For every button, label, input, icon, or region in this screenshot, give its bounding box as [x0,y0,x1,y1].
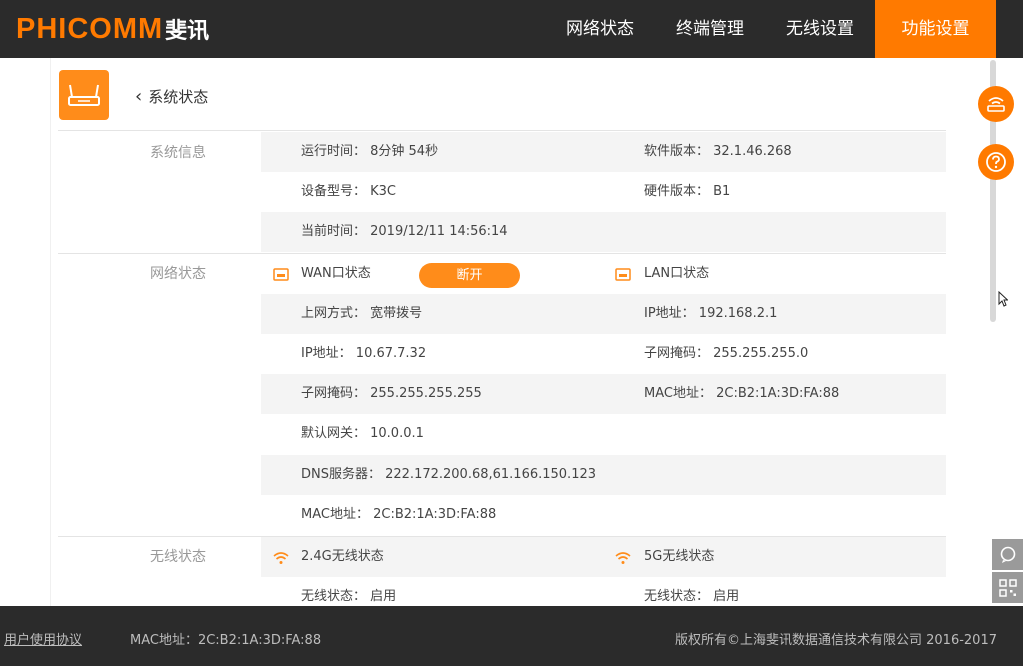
lan-mac-value: MAC地址： 2C:B2:1A:3D:FA:88 [644,386,840,401]
hardware-version-value: 硬件版本： B1 [644,184,731,199]
wifi-icon [615,550,631,564]
section-divider [58,130,946,131]
software-version-value: 软件版本： 32.1.46.268 [644,144,792,159]
footer-mac-address: MAC地址：2C:B2:1A:3D:FA:88 [130,633,322,648]
table-row: 子网掩码： 255.255.255.255 MAC地址： 2C:B2:1A:3D… [261,374,946,414]
uptime-value: 运行时间： 8分钟 54秒 [301,144,439,159]
help-icon[interactable] [978,144,1014,180]
logo-text-en: PHICOMM [16,12,164,45]
section-title-wireless-status: 无线状态 [150,549,206,565]
user-agreement-link[interactable]: 用户使用协议 [4,629,82,648]
table-row: 2.4G无线状态 5G无线状态 [261,537,946,577]
nav-device-management[interactable]: 终端管理 [655,0,765,58]
mouse-cursor-icon [998,291,1008,307]
device-model-value: 设备型号： K3C [301,184,397,199]
phicomm-logo[interactable]: PHICOMM 斐讯 [16,13,209,45]
nav-function-settings[interactable]: 功能设置 [875,0,996,58]
qr-code-icon[interactable] [992,572,1023,603]
wan-port-icon [273,267,289,281]
table-row: WAN口状态 LAN口状态 [261,254,946,294]
lan-ip-value: IP地址： 192.168.2.1 [644,306,778,321]
chevron-left-icon: ‹ [135,86,143,107]
nav-wireless-settings[interactable]: 无线设置 [765,0,875,58]
wifi-24g-status: 无线状态： 启用 [301,589,397,604]
wan-gateway-value: 默认网关： 10.0.0.1 [301,426,424,441]
current-time-value: 当前时间： 2019/12/11 14:56:14 [301,224,508,239]
table-row: MAC地址： 2C:B2:1A:3D:FA:88 [261,495,946,535]
top-header: PHICOMM 斐讯 网络状态 终端管理 无线设置 功能设置 [0,0,1023,58]
router-status-icon[interactable] [978,86,1014,122]
wan-dns-value: DNS服务器： 222.172.200.68,61.166.150.123 [301,467,597,482]
back-system-status[interactable]: ‹ 系统状态 [135,86,208,107]
table-row: 运行时间： 8分钟 54秒 软件版本： 32.1.46.268 [261,132,946,172]
footer: 用户使用协议 MAC地址：2C:B2:1A:3D:FA:88 版权所有©上海斐讯… [0,606,1023,666]
feedback-icon[interactable] [992,539,1023,570]
table-row: 默认网关： 10.0.0.1 [261,414,946,454]
nav-network-status[interactable]: 网络状态 [545,0,655,58]
lan-port-icon [615,267,631,281]
router-icon [59,70,109,120]
table-row: IP地址： 10.67.7.32 子网掩码： 255.255.255.0 [261,334,946,374]
table-row: 当前时间： 2019/12/11 14:56:14 [261,212,946,252]
wifi-5g-header: 5G无线状态 [644,549,715,564]
wifi-5g-status: 无线状态： 启用 [644,589,740,604]
table-row: 设备型号： K3C 硬件版本： B1 [261,172,946,212]
main-content: ‹ 系统状态 系统信息 运行时间： 8分钟 54秒 软件版本： 32.1.46.… [0,58,1023,606]
wan-status-header: WAN口状态 [301,266,371,281]
main-nav: 网络状态 终端管理 无线设置 功能设置 [545,0,996,58]
wifi-24g-header: 2.4G无线状态 [301,549,384,564]
content-border-left [50,58,51,606]
wan-connection-type: 上网方式： 宽带拨号 [301,306,423,321]
footer-copyright: 版权所有©上海斐讯数据通信技术有限公司 2016-2017 [675,633,997,648]
disconnect-button[interactable]: 断开 [419,263,520,288]
table-row: DNS服务器： 222.172.200.68,61.166.150.123 [261,455,946,495]
wan-ip-value: IP地址： 10.67.7.32 [301,346,427,361]
table-row: 上网方式： 宽带拨号 IP地址： 192.168.2.1 [261,294,946,334]
lan-subnet-value: 子网掩码： 255.255.255.0 [644,346,809,361]
wan-mac-value: MAC地址： 2C:B2:1A:3D:FA:88 [301,507,497,522]
wifi-icon [273,550,289,564]
wan-subnet-value: 子网掩码： 255.255.255.255 [301,386,482,401]
section-title-system-info: 系统信息 [150,145,206,161]
lan-status-header: LAN口状态 [644,266,710,281]
section-title-network-status: 网络状态 [150,266,206,282]
logo-text-cn: 斐讯 [165,19,210,44]
page-title: 系统状态 [148,88,209,106]
table-row: 无线状态： 启用 无线状态： 启用 [261,577,946,606]
